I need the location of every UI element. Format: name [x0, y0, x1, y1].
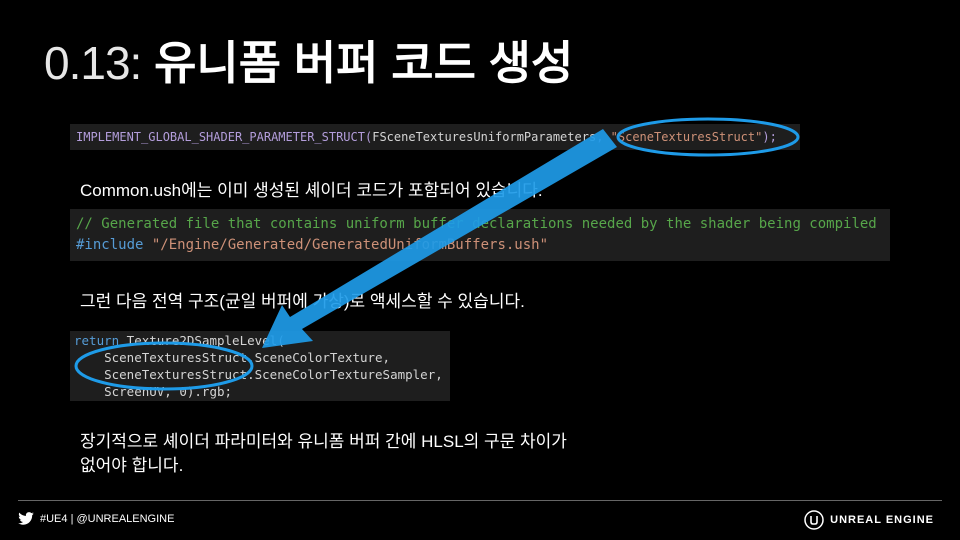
footer-social: #UE4 | @UNREALENGINE	[18, 512, 174, 525]
code-call: Texture2DSampleLevel(	[119, 333, 285, 348]
code-macro-arg1: FSceneTexturesUniformParameters	[372, 130, 597, 144]
code-macro-arg2: "SceneTexturesStruct"	[610, 130, 763, 144]
footer-social-text: #UE4 | @UNREALENGINE	[40, 512, 175, 525]
body-text-2: 그런 다음 전역 구조(균일 버퍼에 가상)로 액세스할 수 있습니다.	[80, 292, 525, 311]
footer-brand-text: UNREAL ENGINE	[830, 514, 934, 526]
footer-divider	[18, 500, 942, 501]
code-line-3: SceneTexturesStruct.SceneColorTextureSam…	[74, 367, 443, 382]
unreal-engine-logo-icon	[804, 510, 824, 530]
code-block-texture-sample: return Texture2DSampleLevel( SceneTextur…	[70, 331, 450, 401]
body-text-3-line1: 장기적으로 셰이더 파라미터와 유니폼 버퍼 간에 HLSL의 구문 차이가	[80, 432, 567, 451]
footer-brand: UNREAL ENGINE	[804, 510, 934, 530]
code-line-2: SceneTexturesStruct.SceneColorTexture,	[74, 350, 391, 365]
code-macro-end: );	[762, 130, 777, 144]
body-text-3-line2: 없어야 합니다.	[80, 456, 184, 475]
code-block-implement-macro: IMPLEMENT_GLOBAL_SHADER_PARAMETER_STRUCT…	[70, 124, 800, 150]
slide-title-text: 유니폼 버퍼 코드 생성	[154, 37, 574, 89]
code-include-path: "/Engine/Generated/GeneratedUniformBuffe…	[151, 237, 549, 253]
code-line-4: ScreenUV, 0).rgb;	[74, 384, 233, 399]
code-block-include: // Generated file that contains uniform …	[70, 209, 890, 261]
twitter-bird-icon	[18, 512, 34, 525]
slide-number: 0.13:	[44, 37, 142, 89]
code-comment: // Generated file that contains uniform …	[76, 216, 877, 232]
body-text-3: 장기적으로 셰이더 파라미터와 유니폼 버퍼 간에 HLSL의 구문 차이가 없…	[80, 430, 567, 478]
body-text-1: Common.ush에는 이미 생성된 셰이더 코드가 포함되어 있습니다.	[80, 181, 543, 200]
code-macro-sep: ,	[596, 130, 611, 144]
code-include-keyword: #include	[76, 237, 144, 253]
slide-title: 0.13: 유니폼 버퍼 코드 생성	[44, 40, 573, 86]
code-return-keyword: return	[74, 333, 120, 348]
code-macro: IMPLEMENT_GLOBAL_SHADER_PARAMETER_STRUCT…	[76, 130, 373, 144]
